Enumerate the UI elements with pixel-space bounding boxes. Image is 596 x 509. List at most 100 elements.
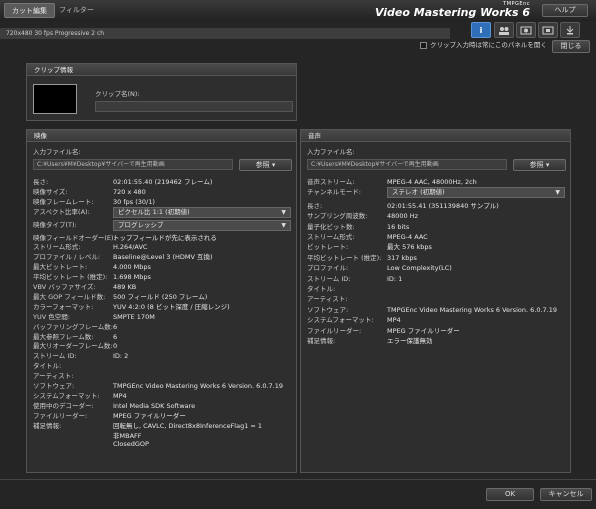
video-prop-value: SMPTE 170M [113, 312, 155, 321]
audio-header: 音声 [301, 130, 570, 142]
audio-prop-label: ストリーム ID: [307, 274, 351, 283]
auto-open-option[interactable]: クリップ入力時は常にこのパネルを開く [420, 41, 547, 50]
dropdown-value: ピクセル比 1:1 (初期値) [118, 207, 190, 216]
audio-browse-button[interactable]: 参照 ▾ [513, 159, 566, 171]
video-prop-label: 映像フレームレート: [33, 197, 94, 206]
audio-prop-label: 長さ: [307, 201, 323, 210]
audio-input-path[interactable]: C:¥Users¥M¥Desktop¥サイバーで再生用動画 [307, 159, 507, 170]
audio-prop-value: 48000 Hz [387, 212, 419, 221]
audio-settings-icon[interactable] [538, 22, 558, 38]
audio-prop-value: MP4 [387, 316, 401, 325]
audio-prop-label: 音声ストリーム: [307, 178, 355, 186]
audio-prop-dropdown[interactable]: ステレオ (初期値) ▼ [387, 187, 565, 199]
audio-prop-value: 最大 576 kbps [387, 243, 432, 252]
video-prop-value: 6 [113, 322, 118, 331]
video-prop-label: 平均ビットレート (推定): [33, 273, 108, 282]
video-browse-button[interactable]: 参照 ▾ [239, 159, 292, 171]
video-prop-label: 映像フィールドオーダー(E): [33, 233, 116, 242]
audio-prop-label: タイトル: [307, 285, 336, 293]
video-prop-label: 最大リオーダーフレーム数: [33, 342, 113, 351]
chevron-down-icon: ▾ [271, 161, 276, 169]
video-input-path[interactable]: C:¥Users¥M¥Desktop¥サイバーで再生用動画 [33, 159, 233, 170]
video-prop-value: トップフィールドが先に表示される [113, 233, 217, 242]
tab-cut-edit[interactable]: カット編集 [4, 3, 55, 18]
video-prop-value: MPEG ファイルリーダー [113, 411, 186, 420]
audio-prop-value: エラー保護無効 [387, 337, 433, 345]
cancel-button[interactable]: キャンセル [540, 488, 592, 501]
group-icon[interactable] [494, 22, 514, 38]
video-prop-label: システムフォーマット: [33, 391, 100, 400]
audio-panel: 音声 入力ファイル名: C:¥Users¥M¥Desktop¥サイバーで再生用動… [300, 129, 571, 473]
video-prop-label: タイトル: [33, 362, 62, 371]
video-prop-label: 最大 GOP フィールド数: [33, 292, 106, 301]
ok-button[interactable]: OK [486, 488, 534, 501]
video-prop-value: 4.000 Mbps [113, 263, 151, 272]
video-prop-value: Baseline@Level 3 (HDMV 互換) [113, 253, 213, 262]
audio-prop-value: MPEG-4 AAC [387, 233, 428, 241]
video-prop-label: VBV バッファサイズ: [33, 283, 96, 291]
clip-thumbnail [33, 84, 77, 114]
video-settings-icon[interactable] [516, 22, 536, 38]
clip-info-panel: クリップ情報 クリップ名(N): [26, 63, 297, 121]
audio-prop-value: ID: 1 [387, 274, 403, 283]
audio-prop-label: 平均ビットレート (推定): [307, 253, 382, 262]
video-prop-label: ストリーム ID: [33, 352, 77, 361]
video-prop-value: 489 KB [113, 283, 137, 291]
close-button[interactable]: 閉じる [552, 40, 590, 53]
audio-prop-value: 317 kbps [387, 253, 417, 262]
audio-prop-label: ファイルリーダー: [307, 326, 362, 335]
audio-prop-label: ソフトウェア: [307, 305, 349, 314]
info-icon[interactable]: i [471, 22, 491, 38]
audio-prop-value: MPEG ファイルリーダー [387, 326, 460, 335]
audio-prop-value: MPEG-4 AAC, 48000Hz, 2ch [387, 178, 477, 186]
audio-prop-label: チャンネルモード: [307, 188, 361, 197]
video-prop-label: カラーフォーマット: [33, 302, 94, 311]
video-prop-value: Intel Media SDK Software [113, 401, 196, 410]
video-prop-value: 回転無し, CAVLC, Direct8x8InferenceFlag1 = 1 [113, 421, 263, 430]
video-prop-value: TMPGEnc Video Mastering Works 6 Version.… [113, 382, 284, 390]
help-button[interactable]: ヘルプ [542, 4, 588, 17]
info-bar: 720x480 30 fps Progressive 2 ch [0, 28, 450, 39]
video-prop-label: 補足情報: [33, 421, 62, 430]
video-prop-label: 最大参照フレーム数: [33, 332, 94, 341]
chevron-down-icon: ▼ [555, 189, 560, 197]
export-icon[interactable] [560, 22, 580, 38]
video-prop-value: 720 x 480 [113, 187, 146, 196]
dropdown-value: プログレッシブ [118, 220, 164, 229]
auto-open-checkbox[interactable] [420, 41, 427, 49]
audio-prop-label: システムフォーマット: [307, 316, 374, 325]
audio-prop-value: 02:01:55.41 (351139840 サンプル) [387, 201, 499, 210]
app-logo: TMPGEnc Video Mastering Works 6 [375, 1, 530, 19]
audio-prop-label: ストリーム形式: [307, 233, 355, 241]
video-prop-value: 6 [113, 332, 118, 341]
video-header: 映像 [27, 130, 296, 142]
video-prop-value: 500 フィールド (250 フレーム) [113, 292, 208, 301]
video-prop-label: プロファイル / レベル: [33, 253, 101, 262]
video-prop-label: バッファリングフレーム数: [33, 322, 113, 331]
video-prop-label: 最大ビットレート: [33, 263, 88, 272]
video-prop-value: 0 [113, 342, 118, 351]
video-prop-label: 長さ: [33, 178, 49, 186]
video-prop-label: ファイルリーダー: [33, 411, 88, 420]
video-prop-label: ストリーム形式: [33, 243, 81, 252]
audio-prop-label: 補足情報: [307, 337, 336, 345]
video-prop-label: 使用中のデコーダー: [33, 401, 94, 410]
tab-filter[interactable]: フィルター [52, 3, 101, 18]
video-prop-value: 02:01:55.40 (219462 フレーム) [113, 178, 213, 186]
video-prop-dropdown[interactable]: ピクセル比 1:1 (初期値) ▼ [113, 206, 291, 218]
video-prop-label: YUV 色空間: [33, 312, 70, 321]
chevron-down-icon: ▼ [281, 221, 286, 229]
video-input-label: 入力ファイル名: [33, 148, 81, 156]
audio-prop-value: Low Complexity(LC) [387, 264, 452, 273]
brand-large: Video Mastering Works 6 [374, 6, 530, 19]
video-prop-value: MP4 [113, 391, 127, 400]
video-prop-label: アスペクト比率(A): [33, 207, 90, 216]
audio-prop-value: TMPGEnc Video Mastering Works 6 Version.… [387, 305, 558, 314]
clip-info-header: クリップ情報 [27, 64, 296, 76]
audio-prop-label: アーティスト: [307, 295, 348, 304]
clip-name-input[interactable] [95, 101, 293, 112]
video-extra-info-line: ClosedGOP [113, 440, 149, 448]
video-prop-label: ソフトウェア: [33, 382, 75, 390]
audio-prop-label: サンプリング周波数: [307, 212, 368, 221]
video-prop-dropdown[interactable]: プログレッシブ ▼ [113, 219, 291, 231]
